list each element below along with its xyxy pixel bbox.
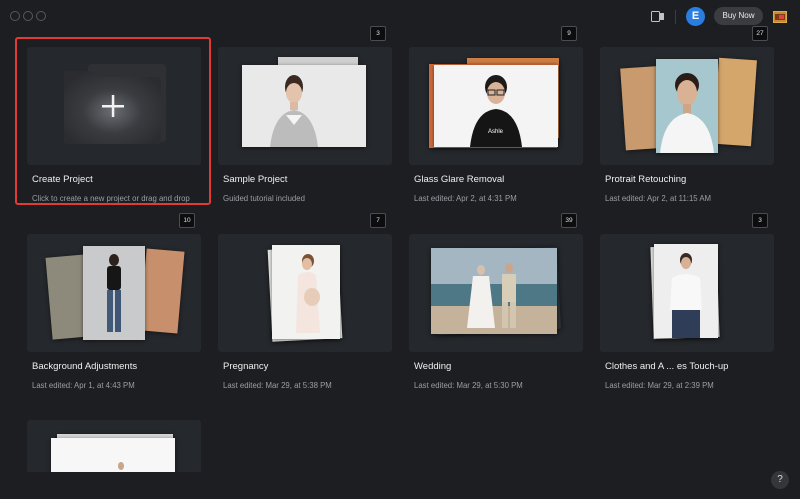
project-thumbnail[interactable] [600, 47, 774, 165]
project-subtitle: Last edited: Apr 2, at 4:31 PM [414, 194, 517, 203]
project-thumbnail[interactable] [27, 420, 201, 472]
help-button[interactable]: ? [771, 471, 789, 489]
share-icon[interactable] [651, 10, 665, 28]
project-thumbnail[interactable]: Ashle [409, 47, 583, 165]
photo-count-badge: 7 [370, 213, 386, 228]
window-zoom-button[interactable] [36, 11, 46, 21]
project-title: Glass Glare Removal [414, 174, 505, 185]
project-subtitle: Last edited: Mar 29, at 2:39 PM [605, 381, 714, 390]
project-title: Clothes and A ... es Touch-up [605, 361, 729, 372]
project-thumbnail[interactable] [600, 234, 774, 352]
photo-stack-right [139, 248, 185, 334]
window-minimize-button[interactable] [23, 11, 33, 21]
photo-boy-glasses: Ashle [434, 65, 558, 147]
gallery-icon[interactable] [773, 10, 787, 28]
photo-count-badge: 27 [752, 26, 768, 41]
photo-count-badge: 3 [370, 26, 386, 41]
project-thumbnail[interactable] [218, 234, 392, 352]
project-subtitle: Last edited: Mar 29, at 5:30 PM [414, 381, 523, 390]
project-thumbnail[interactable] [218, 47, 392, 165]
photo-count-badge: 3 [752, 213, 768, 228]
photo-wedding-couple [431, 248, 557, 334]
title-bar: E Buy Now [0, 0, 800, 34]
project-title: Sample Project [223, 174, 288, 185]
header-divider [675, 10, 676, 24]
create-project-selection [15, 37, 211, 205]
photo-count-badge: 9 [561, 26, 577, 41]
project-title: Pregnancy [223, 361, 269, 372]
project-thumbnail[interactable] [27, 234, 201, 352]
project-title: Background Adjustments [32, 361, 138, 372]
photo-count-badge: 39 [561, 213, 577, 228]
project-title: Protrait Retouching [605, 174, 687, 185]
project-subtitle: Last edited: Apr 2, at 11:15 AM [605, 194, 712, 203]
buy-now-button[interactable]: Buy Now [714, 7, 763, 25]
photo-count-badge: 10 [179, 213, 195, 228]
project-title: Wedding [414, 361, 452, 372]
project-subtitle: Last edited: Apr 1, at 4:43 PM [32, 381, 135, 390]
photo-portrait-woman [242, 65, 366, 147]
photo-portrait-man [656, 59, 718, 153]
project-subtitle: Guided tutorial included [223, 194, 305, 203]
photo-full-body-woman [83, 246, 145, 340]
photo-stack-right [713, 57, 757, 147]
project-subtitle: Last edited: Mar 29, at 5:38 PM [223, 381, 332, 390]
photo-woman-white-shirt [654, 244, 718, 338]
photo-pregnant-woman [272, 245, 340, 339]
svg-text:Ashle: Ashle [488, 129, 504, 135]
window-close-button[interactable] [10, 11, 20, 21]
photo-partial [51, 438, 175, 472]
project-thumbnail[interactable] [409, 234, 583, 352]
avatar[interactable]: E [686, 7, 705, 26]
